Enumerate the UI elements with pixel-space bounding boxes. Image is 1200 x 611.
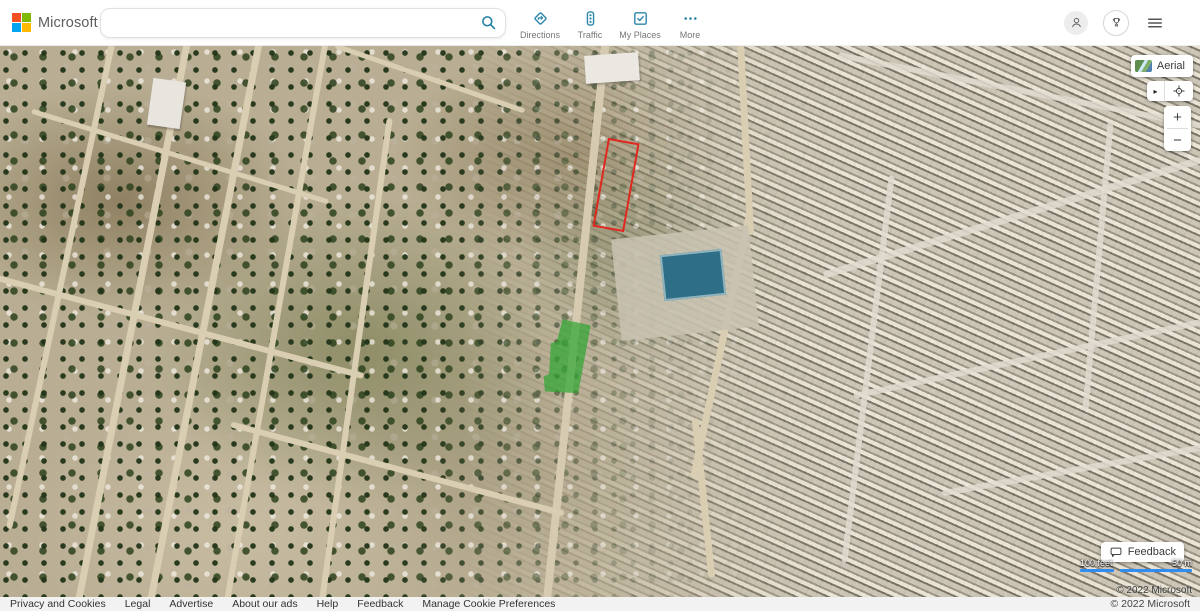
expand-controls-button[interactable]: ▸ bbox=[1147, 81, 1164, 101]
directions-button[interactable]: Directions bbox=[518, 5, 562, 40]
footer-link-privacy[interactable]: Privacy and Cookies bbox=[10, 598, 106, 610]
map-style-thumbnail-icon bbox=[1135, 60, 1152, 72]
footer-link-advertise[interactable]: Advertise bbox=[169, 598, 213, 610]
profile-button[interactable] bbox=[1064, 11, 1088, 35]
locate-me-button[interactable] bbox=[1165, 81, 1193, 101]
large-white-building bbox=[584, 52, 640, 84]
pan-locate-control: ▸ bbox=[1147, 81, 1193, 101]
footer-link-legal[interactable]: Legal bbox=[125, 598, 151, 610]
bing-logo[interactable]: Microsoft Bing bbox=[12, 13, 92, 32]
more-button[interactable]: More bbox=[668, 5, 712, 40]
my-places-label: My Places bbox=[619, 30, 661, 40]
top-bar-right bbox=[1064, 10, 1166, 36]
zoom-control: + − bbox=[1164, 106, 1191, 151]
chevron-right-icon: ▸ bbox=[1153, 87, 1157, 96]
footer-link-cookie-prefs[interactable]: Manage Cookie Preferences bbox=[422, 598, 555, 610]
footer-links: Privacy and Cookies Legal Advertise Abou… bbox=[10, 598, 555, 610]
my-places-button[interactable]: My Places bbox=[618, 5, 662, 40]
scale-metric: 50 m bbox=[1120, 559, 1192, 572]
scale-metric-label: 50 m bbox=[1172, 559, 1192, 568]
footer-copyright: © 2022 Microsoft bbox=[1110, 598, 1190, 610]
aerial-label: Aerial bbox=[1157, 60, 1185, 72]
zoom-in-button[interactable]: + bbox=[1164, 106, 1191, 128]
top-bar: Microsoft Bing Directions Traffi bbox=[0, 0, 1200, 46]
directions-icon bbox=[530, 8, 551, 29]
scale-bar-line bbox=[1120, 569, 1192, 572]
aerial-view-toggle[interactable]: Aerial bbox=[1131, 55, 1193, 77]
search-icon bbox=[479, 13, 498, 32]
sports-court bbox=[660, 249, 726, 301]
scale-imperial-label: 100 feet bbox=[1080, 559, 1114, 568]
hamburger-menu-icon bbox=[1145, 13, 1165, 33]
my-places-icon bbox=[630, 8, 651, 29]
rewards-button[interactable] bbox=[1103, 10, 1129, 36]
more-label: More bbox=[680, 30, 701, 40]
directions-label: Directions bbox=[520, 30, 560, 40]
map-canvas[interactable]: Aerial ▸ + − Feedback 100 feet bbox=[0, 46, 1200, 597]
feedback-label: Feedback bbox=[1128, 546, 1176, 558]
search-button[interactable] bbox=[471, 9, 505, 37]
search-input[interactable] bbox=[101, 9, 471, 37]
zoom-out-button[interactable]: − bbox=[1164, 129, 1191, 151]
scale-bar-line bbox=[1080, 569, 1114, 572]
more-dots-icon bbox=[680, 8, 701, 29]
search-box bbox=[100, 8, 506, 38]
footer-link-about-ads[interactable]: About our ads bbox=[232, 598, 297, 610]
traffic-label: Traffic bbox=[578, 30, 603, 40]
traffic-button[interactable]: Traffic bbox=[568, 5, 612, 40]
white-building bbox=[147, 78, 186, 129]
map-toolbar: Directions Traffic My Places More bbox=[518, 5, 712, 40]
scale-imperial: 100 feet bbox=[1080, 559, 1114, 572]
profile-icon bbox=[1068, 14, 1085, 31]
map-attribution: © 2022 Microsoft bbox=[1116, 585, 1192, 596]
rewards-trophy-icon bbox=[1109, 15, 1124, 30]
hamburger-menu-button[interactable] bbox=[1144, 12, 1166, 34]
microsoft-logo-icon bbox=[12, 13, 31, 32]
locate-icon bbox=[1172, 84, 1186, 98]
map-scale: 100 feet 50 m bbox=[1080, 559, 1192, 572]
footer-bar: Privacy and Cookies Legal Advertise Abou… bbox=[0, 597, 1200, 611]
footer-link-feedback[interactable]: Feedback bbox=[357, 598, 403, 610]
traffic-light-icon bbox=[580, 8, 601, 29]
speech-bubble-icon bbox=[1109, 545, 1123, 559]
footer-link-help[interactable]: Help bbox=[317, 598, 339, 610]
